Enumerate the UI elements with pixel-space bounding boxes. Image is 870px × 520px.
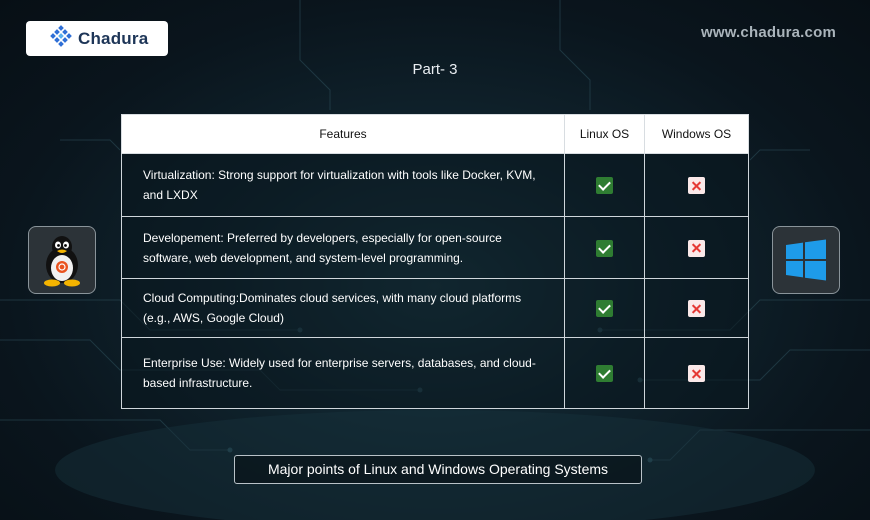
red-cross-icon <box>688 239 705 257</box>
table-row: Enterprise Use: Widely used for enterpri… <box>121 337 749 409</box>
linux-cell <box>564 337 645 409</box>
windows-cell <box>644 278 749 338</box>
comparison-table: Features Linux OS Windows OS Virtualizat… <box>121 114 749 409</box>
table-row: Virtualization: Strong support for virtu… <box>121 153 749 217</box>
chadura-diamond-icon <box>50 25 72 52</box>
feature-cell: Virtualization: Strong support for virtu… <box>121 153 565 217</box>
feature-cell: Enterprise Use: Widely used for enterpri… <box>121 337 565 409</box>
table-header-row: Features Linux OS Windows OS <box>121 114 749 154</box>
brand-name: Chadura <box>78 28 149 48</box>
green-checkmark-icon <box>596 365 613 383</box>
green-checkmark-icon <box>596 300 613 318</box>
windows-cell <box>644 337 749 409</box>
part-title: Part- 3 <box>412 61 458 78</box>
table-row: Cloud Computing:Dominates cloud services… <box>121 278 749 338</box>
windows-cell <box>644 153 749 217</box>
feature-cell: Developement: Preferred by developers, e… <box>121 216 565 279</box>
windows-cell <box>644 216 749 279</box>
table-row: Developement: Preferred by developers, e… <box>121 216 749 279</box>
caption-box: Major points of Linux and Windows Operat… <box>234 455 642 484</box>
feature-cell: Cloud Computing:Dominates cloud services… <box>121 278 565 338</box>
website-url[interactable]: www.chadura.com <box>701 24 836 41</box>
chadura-logo[interactable]: Chadura <box>26 21 168 56</box>
linux-tux-icon <box>28 226 96 294</box>
header-linux-os: Linux OS <box>564 114 645 154</box>
red-cross-icon <box>688 365 705 383</box>
green-checkmark-icon <box>596 177 613 195</box>
linux-cell <box>564 153 645 217</box>
red-cross-icon <box>688 300 705 318</box>
red-cross-icon <box>688 177 705 195</box>
header-windows-os: Windows OS <box>644 114 749 154</box>
header-features: Features <box>121 114 565 154</box>
green-checkmark-icon <box>596 239 613 257</box>
linux-cell <box>564 278 645 338</box>
windows-logo-icon <box>772 226 840 294</box>
linux-cell <box>564 216 645 279</box>
